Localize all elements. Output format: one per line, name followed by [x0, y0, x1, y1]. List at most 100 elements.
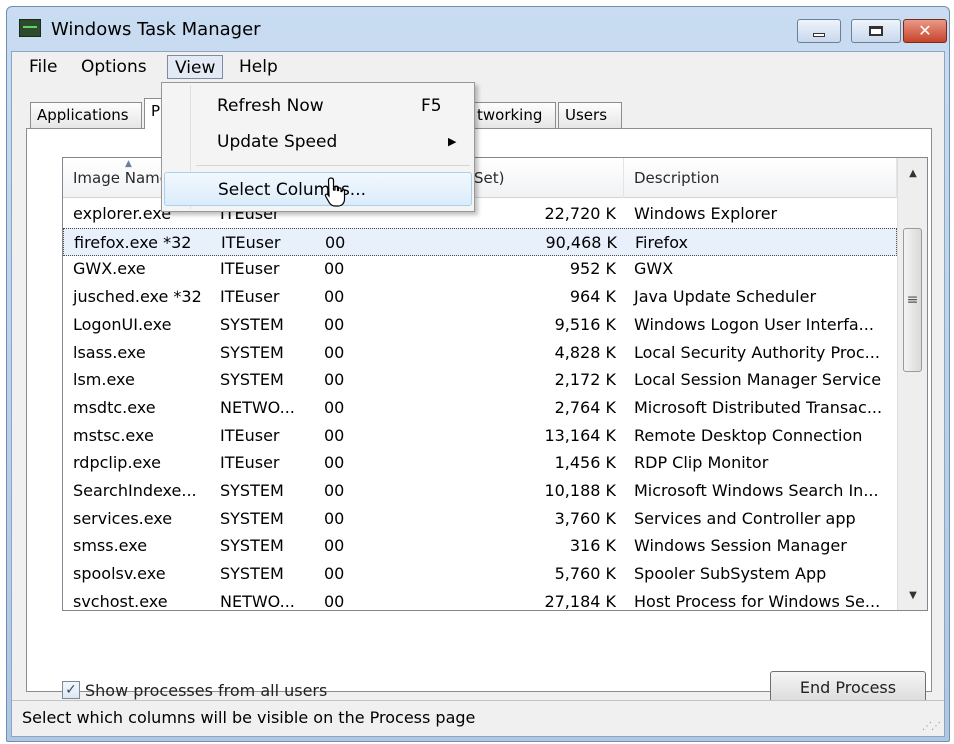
cell-memory: 2,172 K — [554, 370, 616, 390]
cell-user-name: SYSTEM — [220, 536, 284, 556]
status-bar: Select which columns will be visible on … — [12, 700, 944, 736]
menu-separator — [196, 165, 470, 166]
scrollbar-thumb[interactable]: ≡ — [903, 228, 922, 372]
window-title: Windows Task Manager — [51, 19, 261, 40]
cell-image-name: GWX.exe — [73, 259, 146, 279]
show-all-users-checkbox[interactable]: ✓ — [62, 681, 80, 699]
cell-memory: 4,828 K — [554, 342, 616, 362]
cell-user-name: SYSTEM — [220, 314, 284, 334]
tab-applications[interactable]: Applications — [30, 102, 142, 128]
cell-image-name: svchost.exe — [73, 591, 168, 611]
cell-cpu: 00 — [324, 564, 345, 584]
cell-image-name: rdpclip.exe — [73, 453, 161, 473]
cell-user-name: ITEuser — [220, 453, 280, 473]
cell-image-name: lsass.exe — [73, 342, 146, 362]
cell-memory: 3,760 K — [554, 508, 616, 528]
hand-cursor-icon — [324, 177, 346, 207]
table-row[interactable]: GWX.exe ITEuser 00 952 K GWX — [63, 255, 897, 283]
table-row[interactable]: SearchIndexe... SYSTEM 00 10,188 K Microsoft… — [63, 477, 897, 505]
title-bar[interactable]: Windows Task Manager ✕ — [7, 7, 949, 51]
cell-cpu: 00 — [324, 536, 345, 556]
cell-description: Remote Desktop Connection — [634, 425, 863, 445]
table-row[interactable]: lsm.exe SYSTEM 00 2,172 K Local Session Mana… — [63, 366, 897, 394]
cell-description: Microsoft Distributed Transac... — [634, 397, 883, 417]
grip-icon: ≡ — [906, 292, 919, 308]
cell-description: Local Security Authority Proc... — [634, 342, 880, 362]
process-list[interactable]: ▲ Image Name ate Working Set) Descriptio… — [62, 157, 928, 611]
table-row[interactable]: lsass.exe SYSTEM 00 4,828 K Local Security A… — [63, 339, 897, 367]
tab-users[interactable]: Users — [558, 102, 622, 128]
minimize-button[interactable] — [797, 19, 841, 43]
menu-help[interactable]: Help — [232, 55, 285, 79]
table-row[interactable]: spoolsv.exe SYSTEM 00 5,760 K Spooler SubSys… — [63, 560, 897, 588]
table-row[interactable]: mstsc.exe ITEuser 00 13,164 K Remote Desktop… — [63, 422, 897, 450]
resize-grip-icon[interactable]: ⋰⋰ — [922, 721, 941, 732]
vertical-scrollbar[interactable]: ▲ ≡ ▼ — [897, 158, 927, 610]
submenu-arrow-icon: ▶ — [448, 135, 457, 148]
end-process-button[interactable]: End Process — [770, 671, 926, 703]
cell-cpu: 00 — [325, 232, 346, 252]
menu-item-label: Update Speed — [217, 132, 338, 152]
menu-file[interactable]: File — [22, 55, 64, 79]
table-row[interactable]: services.exe SYSTEM 00 3,760 K Services and … — [63, 505, 897, 533]
scroll-down-icon[interactable]: ▼ — [898, 580, 927, 610]
cell-description: GWX — [634, 259, 674, 279]
table-row[interactable]: firefox.exe *32 ITEuser 00 90,468 K Firefox — [63, 227, 897, 256]
maximize-icon — [869, 26, 883, 36]
cell-image-name: lsm.exe — [73, 370, 135, 390]
maximize-button[interactable] — [851, 19, 901, 43]
cell-cpu: 00 — [324, 370, 345, 390]
menu-item-update-speed[interactable]: Update Speed ▶ — [164, 125, 472, 159]
menu-options[interactable]: Options — [74, 55, 154, 79]
column-header-description[interactable]: Description — [624, 158, 897, 198]
sort-ascending-icon: ▲ — [125, 159, 132, 169]
tab-networking[interactable]: tworking — [470, 102, 556, 128]
table-row[interactable]: msdtc.exe NETWO... 00 2,764 K Microsoft Dist… — [63, 394, 897, 422]
cell-memory: 5,760 K — [554, 564, 616, 584]
cell-memory: 27,184 K — [544, 591, 616, 611]
cell-user-name: SYSTEM — [220, 481, 284, 500]
cell-memory: 964 K — [569, 287, 616, 307]
cell-description: Local Session Manager Service — [634, 370, 882, 390]
cell-description: Windows Logon User Interfa... — [634, 314, 874, 334]
menu-bar: File Options View Help — [12, 52, 944, 82]
cell-cpu: 00 — [324, 287, 345, 307]
cell-image-name: SearchIndexe... — [73, 481, 197, 500]
cell-memory: 10,188 K — [544, 481, 616, 500]
table-row[interactable]: LogonUI.exe SYSTEM 00 9,516 K Windows Logon … — [63, 311, 897, 339]
cell-cpu: 00 — [324, 425, 345, 445]
cell-description: RDP Clip Monitor — [634, 453, 769, 473]
checkmark-icon: ✓ — [65, 682, 77, 698]
show-all-users-label: Show processes from all users — [85, 680, 328, 700]
menu-view[interactable]: View — [167, 55, 224, 79]
close-button[interactable]: ✕ — [903, 19, 947, 43]
minimize-icon — [813, 33, 825, 37]
task-manager-icon — [19, 19, 41, 37]
client-area: File Options View Help Applications P tw… — [11, 51, 945, 737]
menu-item-refresh-now[interactable]: Refresh Now F5 — [164, 89, 472, 123]
cell-image-name: msdtc.exe — [73, 397, 156, 417]
cell-cpu: 00 — [324, 397, 345, 417]
menu-item-select-columns[interactable]: Select Columns... — [164, 172, 472, 206]
cell-description: Microsoft Windows Search In... — [634, 481, 879, 500]
table-row[interactable]: svchost.exe NETWO... 00 27,184 K Host Proces… — [63, 588, 897, 611]
table-row[interactable]: rdpclip.exe ITEuser 00 1,456 K RDP Clip Moni… — [63, 449, 897, 477]
cell-cpu: 00 — [324, 481, 345, 500]
cell-user-name: ITEuser — [221, 232, 281, 252]
show-all-users-option[interactable]: ✓ Show processes from all users — [62, 679, 327, 701]
table-row[interactable]: jusched.exe *32 ITEuser 00 964 K Java Update… — [63, 283, 897, 311]
cell-image-name: mstsc.exe — [73, 425, 154, 445]
cell-memory: 2,764 K — [554, 397, 616, 417]
menu-item-label: Refresh Now — [217, 96, 324, 116]
cell-user-name: ITEuser — [220, 287, 280, 307]
cell-description: Firefox — [635, 232, 688, 252]
cell-description: Services and Controller app — [634, 508, 856, 528]
cell-description: Windows Explorer — [634, 204, 778, 223]
cell-user-name: ITEuser — [220, 259, 280, 279]
cell-memory: 9,516 K — [554, 314, 616, 334]
cell-image-name: spoolsv.exe — [73, 564, 166, 584]
cell-image-name: firefox.exe *32 — [74, 232, 192, 252]
scroll-up-icon[interactable]: ▲ — [898, 158, 927, 188]
cell-cpu: 00 — [324, 342, 345, 362]
table-row[interactable]: smss.exe SYSTEM 00 316 K Windows Session Man… — [63, 532, 897, 560]
